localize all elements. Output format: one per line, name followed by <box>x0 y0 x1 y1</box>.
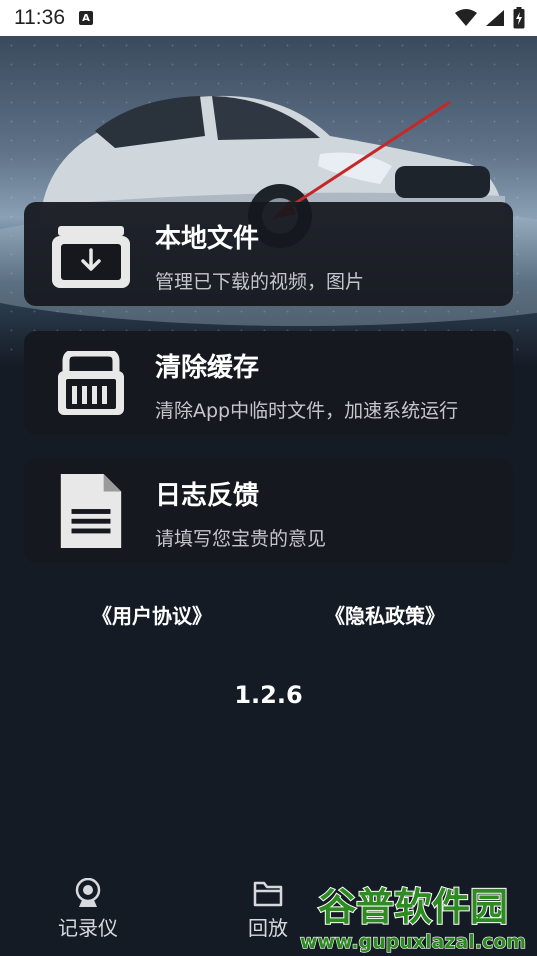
cache-basket-icon <box>58 351 124 415</box>
card-subtitle: 管理已下载的视频，图片 <box>155 271 365 293</box>
menu-card-clear-cache[interactable]: 清除缓存 清除App中临时文件，加速系统运行 <box>24 331 513 435</box>
nav-recorder[interactable]: 记录仪 <box>58 878 118 941</box>
nav-label: 回放 <box>248 916 288 940</box>
card-subtitle: 请填写您宝贵的意见 <box>155 528 327 550</box>
menu-card-feedback[interactable]: 日志反馈 请填写您宝贵的意见 <box>24 459 513 563</box>
user-agreement-link[interactable]: 《用户协议》 <box>92 600 212 629</box>
status-time: 11:36 <box>14 6 65 29</box>
menu-card-local-files[interactable]: 本地文件 管理已下载的视频，图片 <box>24 202 513 306</box>
signal-icon <box>486 10 504 26</box>
app-version: 1.2.6 <box>234 681 303 709</box>
camera-icon <box>75 878 101 907</box>
annotation-arrow <box>272 100 451 219</box>
wifi-icon <box>455 9 477 26</box>
battery-icon <box>513 7 525 29</box>
card-title: 本地文件 <box>155 224 260 254</box>
svg-text:www.gupuxlazal.com: www.gupuxlazal.com <box>300 931 526 953</box>
card-title: 日志反馈 <box>155 481 260 511</box>
notification-icon: A <box>79 11 93 25</box>
hero-banner <box>0 36 537 366</box>
status-bar: 11:36 A <box>0 0 537 36</box>
card-title: 清除缓存 <box>155 353 260 383</box>
nav-playback[interactable]: 回放 <box>248 878 288 941</box>
nav-label: 记录仪 <box>58 916 118 940</box>
folder-icon <box>253 881 283 907</box>
privacy-policy-link[interactable]: 《隐私政策》 <box>325 600 445 629</box>
document-icon <box>60 474 122 548</box>
folder-download-icon <box>52 226 130 288</box>
watermark-logo: 谷普软件园 www.gupuxlazal.com <box>295 876 535 956</box>
card-subtitle: 清除App中临时文件，加速系统运行 <box>155 400 459 422</box>
svg-text:谷普软件园: 谷普软件园 <box>318 885 508 929</box>
